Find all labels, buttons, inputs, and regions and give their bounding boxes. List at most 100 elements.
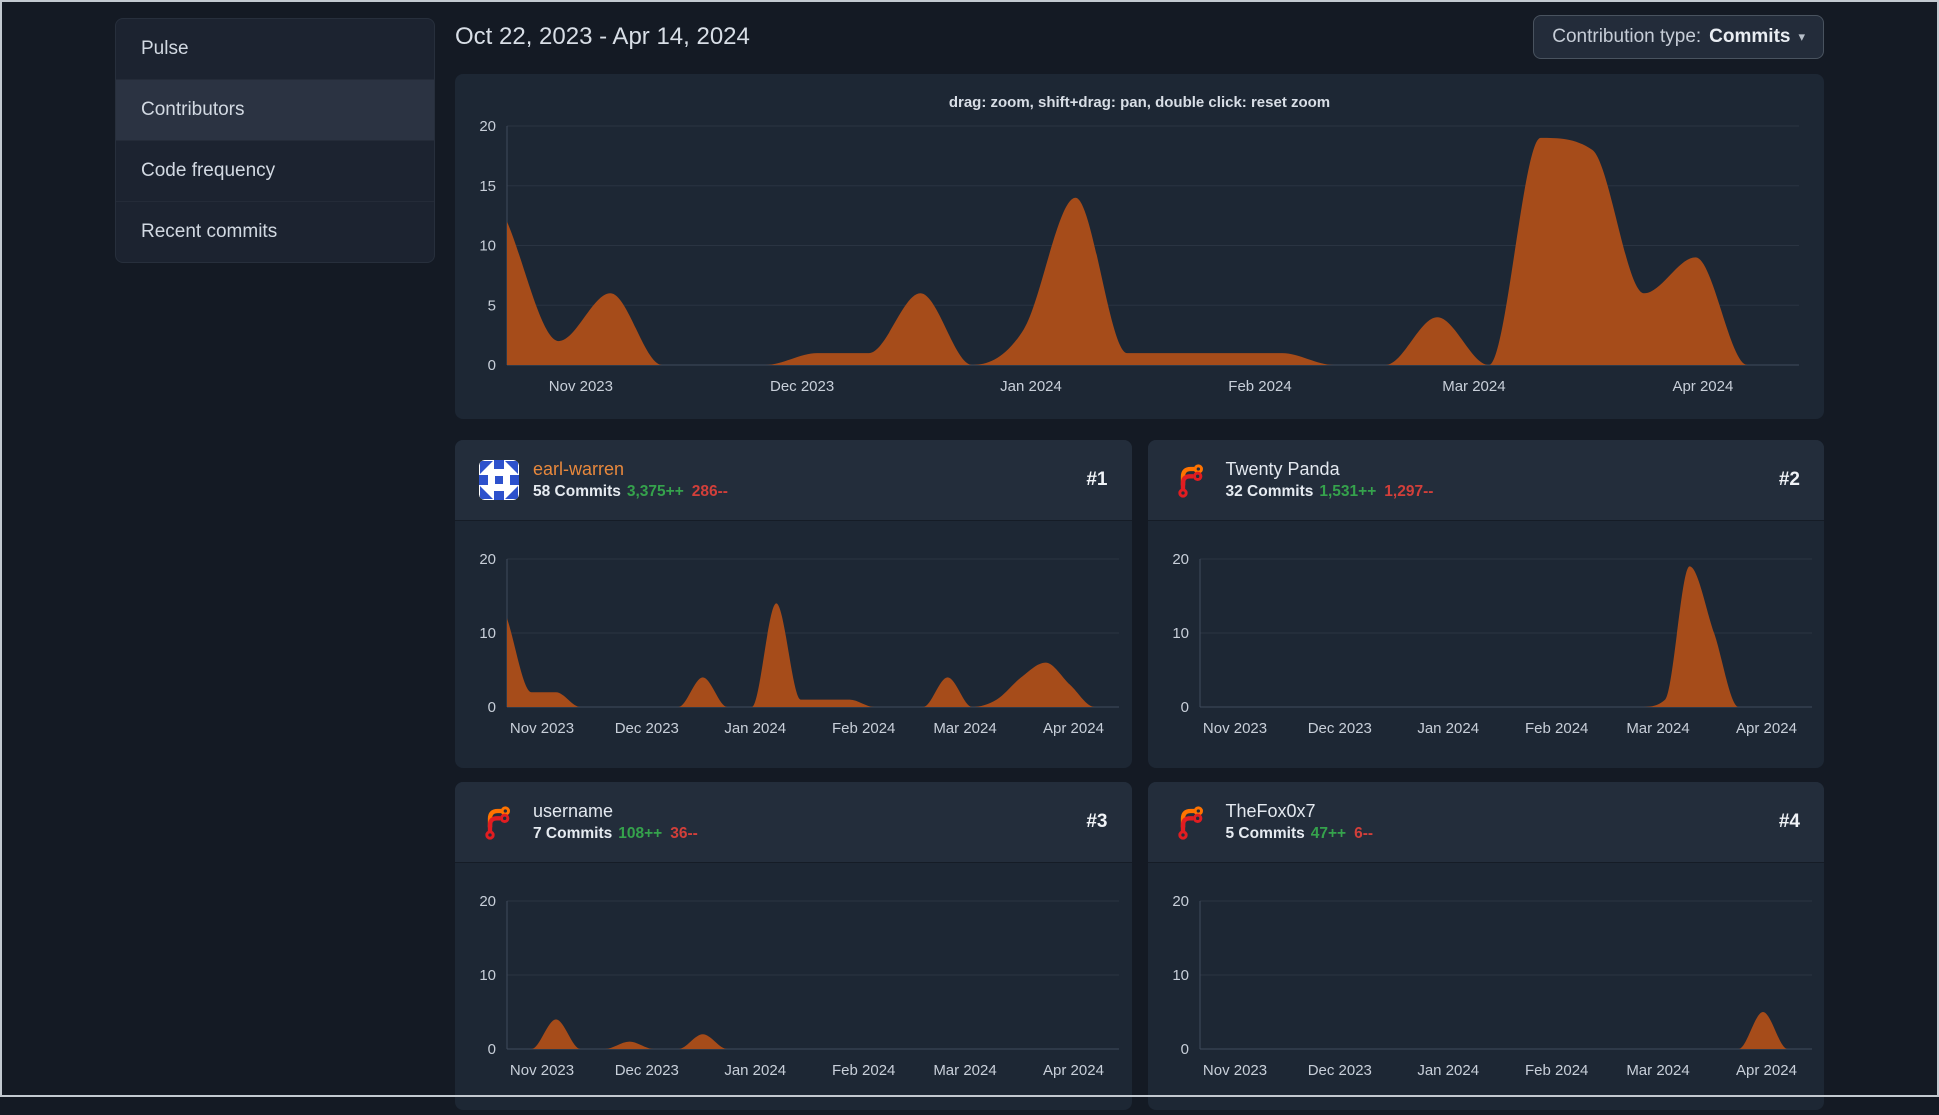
additions-count: 1,531++ [1319,483,1377,501]
contributor-name: Twenty Panda [1225,458,1340,479]
svg-text:10: 10 [1172,625,1189,642]
svg-text:20: 20 [479,893,496,910]
deletions-count: 6-- [1354,825,1374,843]
additions-count: 108++ [618,825,663,843]
svg-text:Dec 2023: Dec 2023 [1307,720,1371,737]
contributor-card-header: TheFox0x7 5 Commits 47++ 6-- #4 [1147,782,1824,862]
deletions-count: 286-- [691,483,728,501]
area-chart-svg: 0 10 20 Nov 2023 Dec 2023 Jan 2024 Feb 2024 Mar… [1172,893,1812,1079]
contributor-stats: 7 Commits 108++ 36-- [533,825,1086,843]
svg-text:Apr 2024: Apr 2024 [1736,1062,1797,1079]
svg-text:20: 20 [1172,551,1189,568]
additions-count: 3,375++ [626,483,684,501]
chevron-down-icon: ▾ [1798,29,1805,44]
svg-text:Nov 2023: Nov 2023 [549,378,613,395]
contributor-commits-chart[interactable]: 0 10 20 Nov 2023 Dec 2023 Jan 2024 Feb 2024 Mar… [1148,520,1825,768]
forgejo-logo-avatar [485,806,510,840]
svg-text:Dec 2023: Dec 2023 [615,720,679,737]
svg-text:Feb 2024: Feb 2024 [832,720,895,737]
contributor-card-3: username 7 Commits 108++ 36-- #3 0 10 20 Nov … [455,782,1132,1110]
contributor-card-header: earl-warren 58 Commits 3,375++ 286-- #1 [455,440,1132,520]
svg-text:Feb 2024: Feb 2024 [832,1062,895,1079]
svg-text:Nov 2023: Nov 2023 [510,1062,574,1079]
svg-text:Nov 2023: Nov 2023 [1202,720,1266,737]
area-chart-svg: 0 5 10 15 20 Nov 2023 Dec 2023 Jan 2024 Feb 2024… [479,118,1799,395]
svg-text:0: 0 [1180,699,1188,716]
svg-text:10: 10 [479,625,496,642]
svg-text:Mar 2024: Mar 2024 [1626,1062,1689,1079]
area-chart-svg: 0 10 20 Nov 2023 Dec 2023 Jan 2024 Feb 2024 Mar… [1172,551,1812,737]
svg-text:5: 5 [488,297,496,314]
contributor-stats: 58 Commits 3,375++ 286-- [533,483,1086,501]
chart-zoom-hint: drag: zoom, shift+drag: pan, double clic… [948,94,1331,111]
svg-text:10: 10 [479,238,496,255]
contributor-name: username [533,800,614,821]
svg-text:Apr 2024: Apr 2024 [1672,378,1733,395]
sidebar-item-pulse[interactable]: Pulse [116,19,434,79]
deletions-count: 1,297-- [1384,483,1434,501]
svg-text:Feb 2024: Feb 2024 [1525,720,1588,737]
contributor-identity: TheFox0x7 5 Commits 47++ 6-- [1226,801,1779,844]
page-header: Oct 22, 2023 - Apr 14, 2024 Contribution… [455,13,1824,61]
contributor-card-2: Twenty Panda 32 Commits 1,531++ 1,297-- #2… [1147,440,1825,768]
commit-count: 7 Commits [533,825,613,843]
date-range-title: Oct 22, 2023 - Apr 14, 2024 [455,23,750,50]
svg-text:Nov 2023: Nov 2023 [1202,1062,1266,1079]
contributor-identity: earl-warren 58 Commits 3,375++ 286-- [533,459,1086,502]
svg-text:Jan 2024: Jan 2024 [1000,378,1062,395]
svg-text:Apr 2024: Apr 2024 [1043,1062,1104,1079]
svg-text:0: 0 [488,357,496,374]
svg-text:0: 0 [488,699,496,716]
contributor-commits-chart[interactable]: 0 10 20 Nov 2023 Dec 2023 Jan 2024 Feb 2024 Mar… [1148,862,1825,1110]
svg-text:Apr 2024: Apr 2024 [1736,720,1797,737]
svg-text:20: 20 [1172,893,1189,910]
area-chart-svg: 0 10 20 Nov 2023 Dec 2023 Jan 2024 Feb 2024 Mar… [479,551,1119,737]
svg-text:10: 10 [479,967,496,984]
contributor-card-1: earl-warren 58 Commits 3,375++ 286-- #1 0 1… [455,440,1132,768]
sidebar-item-contributors[interactable]: Contributors [116,79,434,140]
svg-text:20: 20 [479,551,496,568]
contributor-commits-chart[interactable]: 0 10 20 Nov 2023 Dec 2023 Jan 2024 Feb 2024 Mar… [455,520,1132,768]
svg-text:Feb 2024: Feb 2024 [1228,378,1291,395]
contribution-type-dropdown[interactable]: Contribution type: Commits ▾ [1533,15,1824,59]
rank-badge: #1 [1086,469,1108,490]
svg-text:Jan 2024: Jan 2024 [724,720,786,737]
svg-text:Jan 2024: Jan 2024 [724,1062,786,1079]
contributor-identity: username 7 Commits 108++ 36-- [533,801,1086,844]
contributor-name-link[interactable]: earl-warren [533,459,1086,481]
contributor-card-header: Twenty Panda 32 Commits 1,531++ 1,297-- #2 [1147,440,1824,520]
svg-text:Mar 2024: Mar 2024 [933,720,996,737]
area-chart-svg: 0 10 20 Nov 2023 Dec 2023 Jan 2024 Feb 2024 Mar… [479,893,1119,1079]
svg-text:Apr 2024: Apr 2024 [1043,720,1104,737]
svg-text:Mar 2024: Mar 2024 [1442,378,1505,395]
svg-text:Jan 2024: Jan 2024 [1417,720,1479,737]
svg-text:Dec 2023: Dec 2023 [770,378,834,395]
contributor-commits-chart[interactable]: 0 10 20 Nov 2023 Dec 2023 Jan 2024 Feb 2024 Mar… [455,862,1132,1110]
commit-count: 5 Commits [1225,825,1305,843]
svg-text:0: 0 [488,1041,496,1058]
contribution-type-label: Contribution type: [1552,26,1702,47]
contributor-card-header: username 7 Commits 108++ 36-- #3 [455,782,1132,862]
contributor-cards-grid: earl-warren 58 Commits 3,375++ 286-- #1 0 1… [455,440,1824,1110]
svg-text:Mar 2024: Mar 2024 [933,1062,996,1079]
rank-badge: #4 [1778,811,1800,832]
contributor-stats: 5 Commits 47++ 6-- [1226,825,1779,843]
overall-commits-chart[interactable]: 0 5 10 15 20 Nov 2023 Dec 2023 Jan 2024 Feb 2024… [455,74,1824,419]
overall-contributions-panel: drag: zoom, shift+drag: pan, double clic… [455,74,1824,419]
forgejo-logo-avatar [1177,464,1203,498]
svg-text:Feb 2024: Feb 2024 [1525,1062,1588,1079]
sidebar-item-recent-commits[interactable]: Recent commits [116,201,434,262]
contributor-identity: Twenty Panda 32 Commits 1,531++ 1,297-- [1226,459,1779,502]
activity-sidebar: Pulse Contributors Code frequency Recent… [115,18,435,263]
svg-text:Nov 2023: Nov 2023 [510,720,574,737]
contributor-stats: 32 Commits 1,531++ 1,297-- [1226,483,1779,501]
additions-count: 47++ [1310,825,1347,843]
svg-text:Mar 2024: Mar 2024 [1626,720,1689,737]
sidebar-item-code-frequency[interactable]: Code frequency [116,140,434,201]
contribution-type-value: Commits [1709,26,1791,47]
svg-text:20: 20 [479,118,496,135]
rank-badge: #2 [1778,469,1800,490]
svg-text:Dec 2023: Dec 2023 [1307,1062,1371,1079]
svg-text:0: 0 [1180,1041,1188,1058]
contributor-card-4: TheFox0x7 5 Commits 47++ 6-- #4 0 10 20 Nov 2… [1147,782,1825,1110]
